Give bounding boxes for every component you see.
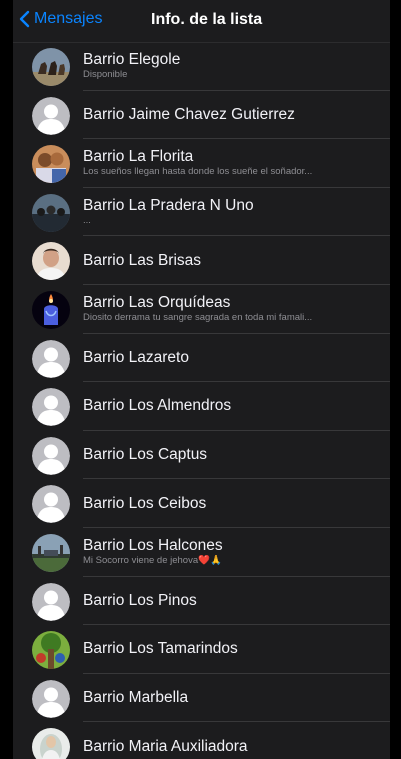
list-item[interactable]: Barrio Los Ceibos	[13, 479, 390, 528]
list-item-text: Barrio Los Pinos	[83, 577, 382, 626]
default-avatar-icon	[32, 582, 70, 621]
list-item[interactable]: Barrio La Florita Los sueños llegan hasta…	[13, 139, 390, 188]
avatar	[32, 728, 70, 759]
list-item[interactable]: Barrio Jaime Chavez Gutierrez	[13, 91, 390, 140]
contact-name: Barrio Elegole	[83, 51, 181, 69]
list-item-text: Barrio Maria Auxiliadora	[83, 722, 382, 759]
contact-name: Barrio Jaime Chavez Gutierrez	[83, 105, 295, 123]
default-avatar-icon	[32, 436, 70, 475]
avatar	[32, 193, 70, 232]
list-item-text: Barrio Marbella	[83, 674, 382, 723]
avatar	[32, 48, 70, 86]
contact-name: Barrio Los Halcones	[83, 537, 223, 555]
list-item-text: Barrio Los Halcones Mi Socorro viene de j…	[83, 528, 382, 577]
list-item[interactable]: Barrio Las Brisas	[13, 236, 390, 285]
contact-name: Barrio Marbella	[83, 689, 189, 707]
default-avatar-icon	[32, 96, 70, 135]
status-emoji: ❤️🙏	[198, 555, 222, 567]
list-item[interactable]: Barrio Elegole Disponible	[13, 42, 390, 91]
list-item[interactable]: Barrio Las Orquídeas Diosito derrama tu s…	[13, 285, 390, 334]
list-item-text: Barrio Lazareto	[83, 334, 382, 383]
list-item-text: Barrio Los Captus	[83, 431, 382, 480]
list-item-text: Barrio Elegole Disponible	[83, 42, 382, 91]
contact-name: Barrio Los Ceibos	[83, 494, 207, 512]
status-text: Diosito derrama tu sangre sagrada en tod…	[83, 312, 313, 324]
status-text: Disponible	[83, 69, 128, 81]
list-item[interactable]: Barrio Los Halcones Mi Socorro viene de j…	[13, 528, 390, 577]
list-item[interactable]: Barrio Marbella	[13, 674, 390, 723]
contact-name: Barrio Los Captus	[83, 446, 208, 464]
list-item[interactable]: Barrio La Pradera N Uno...	[13, 188, 390, 237]
chevron-left-icon	[19, 10, 30, 28]
back-button[interactable]: Mensajes	[19, 10, 102, 28]
list-item-text: Barrio Los Ceibos	[83, 479, 382, 528]
list-item-text: Barrio Los Tamarindos	[83, 625, 382, 674]
list-item-text: Barrio Los Almendros	[83, 382, 382, 431]
navigation-bar: Mensajes Info. de la lista	[13, 0, 390, 43]
list-item[interactable]: Barrio Maria Auxiliadora	[13, 722, 390, 759]
contact-name: Barrio Los Almendros	[83, 397, 232, 415]
avatar	[32, 533, 70, 572]
list-item[interactable]: Barrio Los Pinos	[13, 577, 390, 626]
list-item[interactable]: Barrio Lazareto	[13, 334, 390, 383]
avatar	[32, 290, 70, 329]
status-text: ...	[83, 215, 91, 227]
contact-name: Barrio Lazareto	[83, 348, 189, 366]
contact-name: Barrio Maria Auxiliadora	[83, 737, 248, 755]
contact-status: ...	[83, 215, 382, 227]
list-item-text: Barrio Jaime Chavez Gutierrez	[83, 91, 382, 140]
page-title: Info. de la lista	[151, 11, 263, 28]
list-item[interactable]: Barrio Los Tamarindos	[13, 625, 390, 674]
default-avatar-icon	[32, 485, 70, 524]
contact-name: Barrio La Florita	[83, 148, 194, 166]
list-item-text: Barrio La Pradera N Uno...	[83, 188, 382, 237]
default-avatar-icon	[32, 388, 70, 427]
contact-name: Barrio La Pradera N Uno	[83, 197, 254, 215]
list-item[interactable]: Barrio Los Captus	[13, 431, 390, 480]
list-item[interactable]: Barrio Los Almendros	[13, 382, 390, 431]
screen: Mensajes Info. de la lista Barrio Elegol…	[13, 0, 390, 759]
contact-status: Los sueños llegan hasta donde los sueñe …	[83, 166, 382, 178]
list-item-text: Barrio La Florita Los sueños llegan hasta…	[83, 139, 382, 188]
contact-status: Mi Socorro viene de jehova❤️🙏	[83, 555, 382, 567]
contact-status: Disponible	[83, 69, 382, 81]
default-avatar-icon	[32, 679, 70, 718]
status-text: Los sueños llegan hasta donde los sueñe …	[83, 166, 313, 178]
avatar	[32, 242, 70, 281]
avatar	[32, 145, 70, 184]
default-avatar-icon	[32, 339, 70, 378]
contact-name: Barrio Los Pinos	[83, 591, 197, 609]
list-item-text: Barrio Las Brisas	[83, 236, 382, 285]
list-item-text: Barrio Las Orquídeas Diosito derrama tu s…	[83, 285, 382, 334]
avatar	[32, 631, 70, 670]
status-text: Mi Socorro viene de jehova	[83, 555, 199, 567]
member-list: Barrio Elegole Disponible Barrio Jaime Cha…	[13, 42, 390, 759]
contact-name: Barrio Las Orquídeas	[83, 294, 231, 312]
back-label: Mensajes	[34, 10, 103, 27]
contact-name: Barrio Las Brisas	[83, 251, 202, 269]
contact-status: Diosito derrama tu sangre sagrada en tod…	[83, 312, 382, 324]
contact-name: Barrio Los Tamarindos	[83, 640, 238, 658]
